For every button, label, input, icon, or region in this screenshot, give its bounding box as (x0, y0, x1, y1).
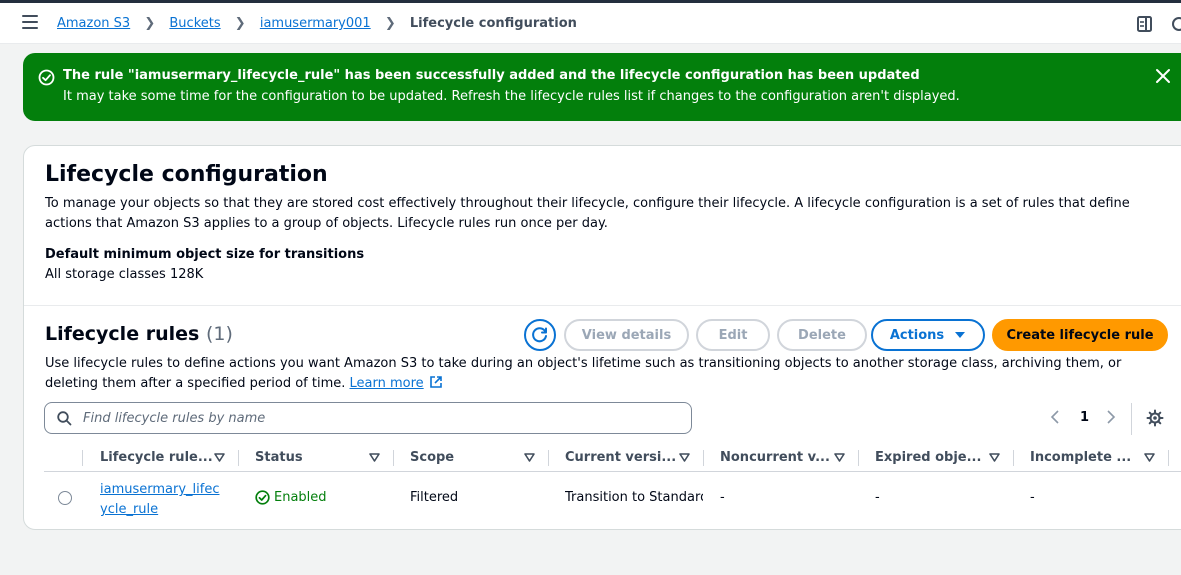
column-separator (1168, 450, 1169, 466)
view-details-button[interactable]: View details (564, 319, 689, 351)
actions-label: Actions (889, 327, 945, 343)
external-link-icon (429, 376, 442, 388)
rules-count: (1) (205, 323, 233, 345)
gear-icon[interactable] (1146, 409, 1164, 427)
page-description: To manage your objects so that they are … (45, 196, 1130, 231)
rule-name-link[interactable]: iamusermary_lifecycle_rule (100, 480, 220, 520)
success-flash-banner: The rule "iamusermary_lifecycle_rule" ha… (23, 53, 1181, 121)
top-navigation-bar: Amazon S3 ❯ Buckets ❯ iamusermary001 ❯ L… (0, 3, 1181, 44)
sort-icon (989, 453, 1000, 462)
menu-icon[interactable] (22, 15, 38, 29)
page-number[interactable]: 1 (1080, 410, 1089, 425)
flash-message: It may take some time for the configurat… (63, 89, 960, 104)
rules-title: Lifecycle rules (45, 323, 200, 345)
column-separator (1013, 450, 1014, 466)
divider (24, 305, 1181, 306)
success-check-icon (255, 490, 270, 505)
breadcrumb-bucket-name[interactable]: iamusermary001 (260, 16, 371, 31)
sort-icon (1144, 453, 1155, 462)
search-field[interactable] (44, 402, 692, 434)
search-icon (57, 411, 72, 426)
breadcrumb-buckets[interactable]: Buckets (169, 16, 220, 31)
refresh-icon (532, 327, 547, 343)
status-badge: Enabled (255, 490, 327, 505)
close-icon[interactable] (1155, 68, 1171, 84)
column-header-expired-objects[interactable]: Expired obje... (875, 442, 1005, 472)
edit-button[interactable]: Edit (696, 319, 770, 351)
column-label: Status (255, 449, 303, 465)
row-select-radio[interactable] (58, 491, 72, 505)
pager-divider (1131, 403, 1132, 435)
column-label: Lifecycle rule... (100, 449, 213, 465)
table-header: Lifecycle rule... Status Scope Current v… (44, 442, 1181, 472)
breadcrumb: Amazon S3 ❯ Buckets ❯ iamusermary001 ❯ L… (57, 16, 577, 31)
column-header-noncurrent-versions[interactable]: Noncurrent v... (720, 442, 850, 472)
noncurrent-versions-cell: - (720, 490, 725, 505)
column-header-current-versions[interactable]: Current versi... (565, 442, 695, 472)
expired-objects-cell: - (875, 490, 880, 505)
column-separator (82, 450, 83, 466)
status-text: Enabled (274, 490, 327, 505)
success-check-icon (38, 69, 55, 86)
current-versions-cell: Transition to Standard (565, 490, 703, 505)
learn-more-link[interactable]: Learn more (350, 376, 424, 391)
delete-button[interactable]: Delete (777, 319, 867, 351)
min-size-label: Default minimum object size for transiti… (45, 247, 365, 262)
chevron-right-icon: ❯ (384, 16, 396, 31)
column-separator (858, 450, 859, 466)
column-separator (548, 450, 549, 466)
column-label: Expired obje... (875, 449, 982, 465)
rules-description: Use lifecycle rules to define actions yo… (45, 354, 1155, 394)
chevron-left-icon[interactable] (1050, 410, 1060, 424)
min-size-value: All storage classes 128K (45, 267, 204, 282)
column-label: Noncurrent v... (720, 449, 830, 465)
chevron-right-icon: ❯ (234, 16, 246, 31)
column-separator (238, 450, 239, 466)
column-header-scope[interactable]: Scope (410, 442, 540, 472)
sort-icon (524, 453, 535, 462)
search-input[interactable] (81, 408, 681, 428)
chevron-right-icon[interactable] (1106, 410, 1116, 424)
sort-icon (369, 453, 380, 462)
column-header-rule-name[interactable]: Lifecycle rule... (100, 442, 230, 472)
column-label: Incomplete ... (1030, 449, 1132, 465)
settings-icon[interactable] (1170, 15, 1181, 33)
caret-down-icon (955, 332, 966, 338)
info-panel-icon[interactable] (1136, 15, 1154, 33)
sort-icon (679, 453, 690, 462)
sort-icon (834, 453, 845, 462)
column-label: Current versi... (565, 449, 677, 465)
page-title: Lifecycle configuration (45, 162, 328, 187)
sort-icon (214, 453, 225, 462)
create-lifecycle-rule-button[interactable]: Create lifecycle rule (992, 319, 1168, 351)
column-header-status[interactable]: Status (255, 442, 385, 472)
refresh-button[interactable] (524, 319, 556, 351)
column-label: Scope (410, 449, 455, 465)
incomplete-uploads-cell: - (1030, 490, 1035, 505)
learn-more-label: Learn more (349, 376, 424, 391)
breadcrumb-amazon-s3[interactable]: Amazon S3 (57, 16, 130, 31)
chevron-right-icon: ❯ (144, 16, 156, 31)
rules-heading: Lifecycle rules (1) (45, 323, 233, 345)
breadcrumb-current: Lifecycle configuration (409, 16, 577, 31)
table-row: iamusermary_lifecycle_rule Enabled Filte… (44, 473, 1181, 523)
column-separator (393, 450, 394, 466)
rules-description-text: Use lifecycle rules to define actions yo… (45, 356, 1122, 391)
column-header-incomplete-uploads[interactable]: Incomplete ... (1030, 442, 1160, 472)
lifecycle-panel: Lifecycle configuration To manage your o… (23, 145, 1181, 530)
actions-dropdown-button[interactable]: Actions (871, 319, 985, 351)
flash-title: The rule "iamusermary_lifecycle_rule" ha… (63, 68, 920, 83)
column-separator (703, 450, 704, 466)
scope-cell: Filtered (410, 490, 459, 505)
